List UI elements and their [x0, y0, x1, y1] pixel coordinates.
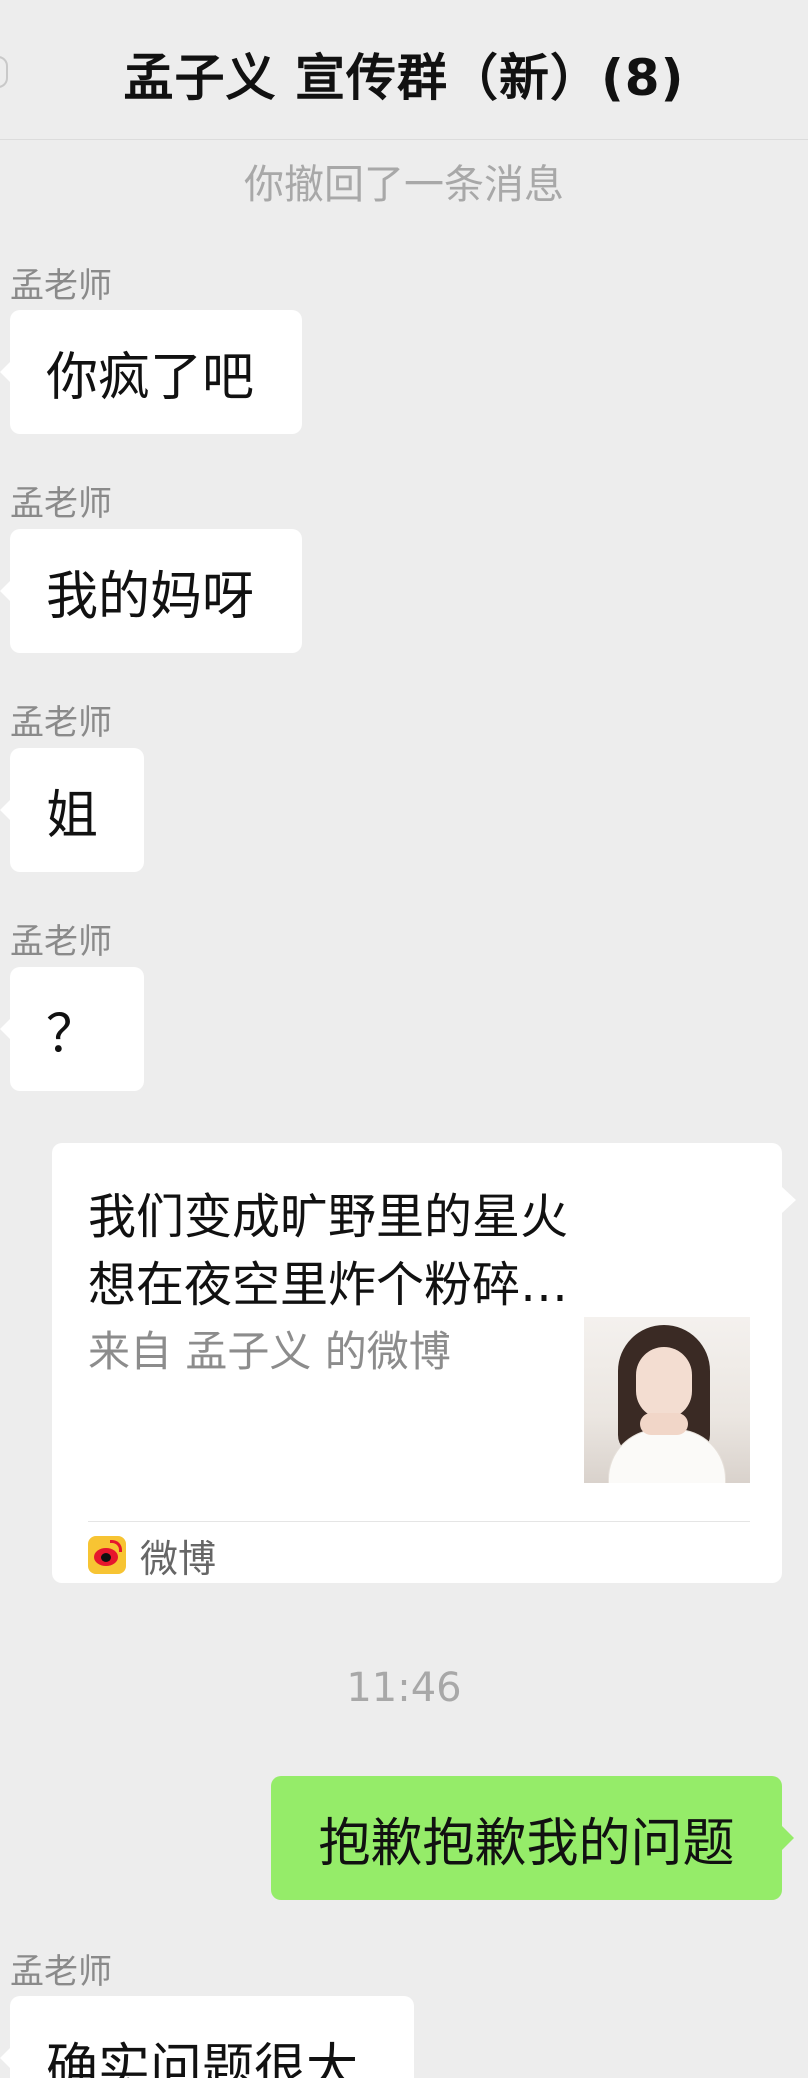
message-bubble[interactable]: 你疯了吧 [0, 310, 302, 434]
message-text: 确实问题很大 [46, 2039, 359, 2078]
card-source: 来自 孟子义 的微博 [88, 1327, 451, 1376]
recall-notice: 你撤回了一条消息 [244, 162, 564, 208]
chat-header: 孟子义 宣传群（新）(8) [0, 0, 808, 140]
message-text: 我的妈呀 [46, 566, 255, 627]
thumbnail-face [636, 1347, 692, 1419]
weibo-logo-icon [88, 1536, 126, 1574]
thumbnail-hands [640, 1413, 688, 1435]
message-text: 抱歉抱歉我的问题 [318, 1813, 735, 1874]
message-bubble[interactable]: ？ [0, 967, 144, 1091]
message-bubble[interactable]: 确实问题很大 [0, 1996, 414, 2078]
message-bubble[interactable]: 姐 [0, 748, 144, 872]
back-edge-icon[interactable] [0, 56, 8, 88]
card-footer: 微博 [88, 1535, 216, 1581]
sender-name: 孟老师 [10, 922, 112, 962]
sender-name: 孟老师 [10, 703, 112, 743]
sender-name: 孟老师 [10, 484, 112, 524]
chat-title[interactable]: 孟子义 宣传群（新）(8) [124, 38, 685, 110]
message-text: 姐 [46, 785, 99, 846]
outgoing-message-bubble[interactable]: 抱歉抱歉我的问题 [271, 1776, 794, 1900]
card-title: 我们变成旷野里的星火 想在夜空里炸个粉碎… [88, 1183, 688, 1319]
card-divider [88, 1521, 750, 1522]
message-bubble[interactable]: 我的妈呀 [0, 529, 302, 653]
weibo-share-card[interactable]: 我们变成旷野里的星火 想在夜空里炸个粉碎… 来自 孟子义 的微博 微博 [52, 1143, 796, 1583]
card-title-line: 想在夜空里炸个粉碎… [88, 1257, 569, 1313]
card-title-line: 我们变成旷野里的星火 [88, 1189, 569, 1245]
sender-name: 孟老师 [10, 1952, 112, 1992]
card-thumbnail [584, 1317, 750, 1483]
message-text: ？ [46, 1004, 99, 1065]
sender-name: 孟老师 [10, 266, 112, 306]
timestamp: 11:46 [346, 1665, 462, 1711]
card-footer-label: 微博 [140, 1536, 217, 1581]
message-text: 你疯了吧 [46, 347, 255, 408]
